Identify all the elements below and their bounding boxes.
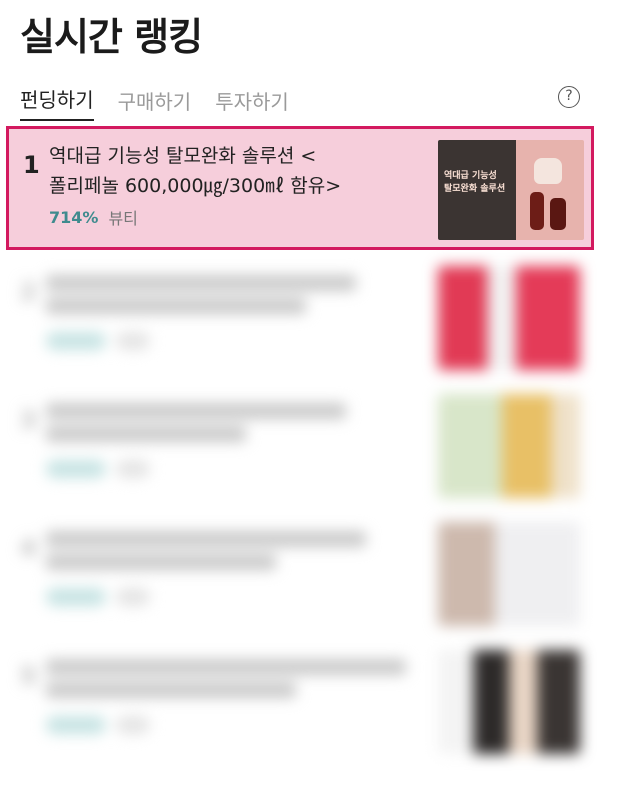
item-category: 뷰티 [108,205,137,229]
tab-invest[interactable]: 투자하기 [215,86,289,121]
item-thumbnail-blurred [438,266,580,370]
thumbnail-headline-line-1: 역대급 기능성 [444,170,505,183]
badge-blurred [116,460,150,478]
title-placeholder-bar [46,403,346,419]
item-title: 역대급 기능성 탈모완화 솔루션 < 폴리페놀 600,000㎍/300㎖ 함유… [49,141,429,201]
item-title-blurred [46,652,426,705]
item-meta-blurred [46,588,150,606]
thumbnail-headline-line-2: 탈모완화 솔루션 [444,183,505,196]
ranking-item-blurred: 2 [6,256,594,380]
title-placeholder-bar [46,426,246,442]
thumbnail-text-panel: 역대급 기능성 탈모완화 솔루션 [438,140,516,240]
item-thumbnail-blurred [438,650,580,754]
rank-number-blurred: 4 [20,534,37,562]
title-placeholder-bar [46,275,356,291]
item-title-blurred [46,524,426,577]
question-circle-icon[interactable]: ? [558,86,580,108]
rank-number-blurred: 5 [20,662,37,690]
item-meta-blurred [46,460,150,478]
title-placeholder-bar [46,682,296,698]
title-placeholder-bar [46,298,306,314]
item-meta-blurred [46,716,150,734]
item-title-line-2: 폴리페놀 600,000㎍/300㎖ 함유> [49,171,429,201]
ranking-item-1[interactable]: 1 역대급 기능성 탈모완화 솔루션 < 폴리페놀 600,000㎍/300㎖ … [6,126,594,250]
title-placeholder-bar [46,554,276,570]
item-title-blurred [46,268,426,321]
item-thumbnail-blurred [438,522,580,626]
product-bottle-image [550,198,566,230]
item-thumbnail[interactable]: 역대급 기능성 탈모완화 솔루션 [438,140,584,240]
title-placeholder-bar [46,659,406,675]
badge-blurred [46,460,106,478]
thumbnail-product-panel [516,140,584,240]
item-thumbnail-blurred [438,394,580,498]
achievement-rate: 714% [49,208,98,227]
item-title-blurred [46,396,426,449]
rank-number-blurred: 3 [20,406,37,434]
ranking-tabs: 펀딩하기 구매하기 투자하기 [20,84,289,121]
badge-blurred [116,588,150,606]
item-meta-blurred [46,332,150,350]
ranking-item-blurred: 5 [6,640,594,764]
tab-purchase[interactable]: 구매하기 [118,86,192,121]
badge-blurred [46,716,106,734]
item-title-line-1: 역대급 기능성 탈모완화 솔루션 < [49,141,429,171]
product-bottle-image [530,192,544,230]
item-meta: 714% 뷰티 [49,205,138,229]
title-placeholder-bar [46,531,366,547]
badge-blurred [116,332,150,350]
tab-funding[interactable]: 펀딩하기 [20,84,94,121]
page-title: 실시간 랭킹 [20,6,202,61]
rank-number-blurred: 2 [20,278,37,306]
ranking-item-blurred: 4 [6,512,594,636]
rank-number: 1 [23,151,40,179]
badge-blurred [46,332,106,350]
thumbnail-headline: 역대급 기능성 탈모완화 솔루션 [444,170,505,196]
badge-blurred [46,588,106,606]
product-jar-image [534,158,562,184]
ranking-item-blurred: 3 [6,384,594,508]
badge-blurred [116,716,150,734]
